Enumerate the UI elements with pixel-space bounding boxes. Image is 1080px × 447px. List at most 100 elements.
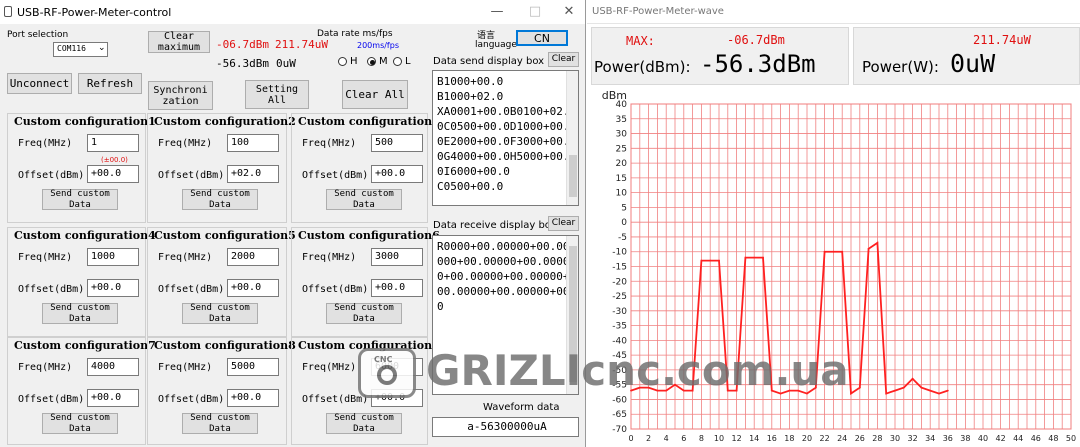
offset-label: Offset(dBm) [158,170,225,181]
freq-input[interactable]: 1000 [87,248,139,266]
receive-scroll-thumb[interactable] [569,246,577,382]
data-rate-label: Data rate ms/fps [317,29,393,39]
refresh-button[interactable]: Refresh [78,73,142,94]
send-custom-data-button[interactable]: Send custom Data [326,303,402,324]
data-point [832,250,835,253]
waveform-label: Waveform data [483,402,560,413]
offset-input[interactable]: +00.0 [227,389,279,407]
data-point [762,256,764,259]
offset-input[interactable]: +00.0 [371,389,423,407]
data-point [744,256,747,259]
config-group-5: Custom configuration5 Freq(MHz) 2000 Offset… [147,227,296,337]
data-point [938,392,940,395]
data-point [718,259,720,262]
data-point [691,389,694,392]
receive-clear-button[interactable]: Clear [548,216,579,231]
config-group-4: Custom configuration4 Freq(MHz) 1000 Offset… [7,227,156,337]
x-tick-label: 6 [681,434,686,443]
data-point [911,377,914,380]
offset-input[interactable]: +00.0 [371,279,423,297]
offset-input[interactable]: +00.0 [87,389,139,407]
clear-all-button[interactable]: Clear All [342,80,408,109]
config-title: Custom configuration1 [14,115,156,128]
offset-input[interactable]: +00.0 [87,279,139,297]
setting-all-button[interactable]: Setting All [245,80,309,109]
config-group-6: Custom configuration6 Freq(MHz) 3000 Offset… [291,227,440,337]
send-scrollbar[interactable] [566,71,578,205]
language-button[interactable]: CN [516,30,568,46]
freq-input[interactable]: 4000 [87,358,139,376]
freq-label: Freq(MHz) [302,252,357,263]
send-custom-data-button[interactable]: Send custom Data [182,303,258,324]
send-custom-data-button[interactable]: Send custom Data [182,189,258,210]
data-point [656,389,659,392]
data-point [709,259,712,262]
maximize-button[interactable]: □ [518,0,552,24]
clear-maximum-button[interactable]: Clear maximum [148,31,210,53]
offset-input[interactable]: +00.0 [371,165,423,183]
power-dbm-label: Power(dBm): [594,58,691,76]
y-tick-label: -50 [612,366,627,376]
data-point [674,383,676,386]
receive-box-label: Data receive display box [433,220,557,231]
freq-input[interactable]: 100 [227,134,279,152]
freq-input[interactable]: 6000 [371,358,423,376]
wave-window: USB-RF-Power-Meter-wave MAX: -06.7dBm Po… [587,0,1080,447]
y-tick-label: 25 [616,144,627,154]
data-point [823,250,826,253]
data-point [894,389,896,392]
config-title: Custom configuration5 [154,229,296,242]
offset-label: Offset(dBm) [158,394,225,405]
freq-input[interactable]: 5000 [227,358,279,376]
send-custom-data-button[interactable]: Send custom Data [182,413,258,434]
send-clear-button[interactable]: Clear [548,52,579,67]
offset-input[interactable]: +00.0 [227,279,279,297]
y-tick-label: -45 [612,351,627,361]
receive-display-box[interactable]: R0000+00.00000+00.00 000+00.00000+00.000… [432,235,579,395]
freq-label: Freq(MHz) [302,138,357,149]
unconnect-button[interactable]: Unconnect [7,73,72,94]
freq-label: Freq(MHz) [158,362,213,373]
freq-input[interactable]: 2000 [227,248,279,266]
freq-label: Freq(MHz) [158,252,213,263]
config-group-1: Custom configuration1 Freq(MHz) 1 (±00.0) Of… [7,113,156,223]
freq-input[interactable]: 500 [371,134,423,152]
offset-label: Offset(dBm) [18,394,85,405]
x-tick-label: 14 [749,434,759,443]
rate-h-radio[interactable] [338,57,347,66]
send-scroll-thumb[interactable] [569,155,577,197]
data-point [779,392,782,395]
data-point [850,392,852,395]
freq-label: Freq(MHz) [302,362,357,373]
offset-input[interactable]: +00.0 [87,165,139,183]
data-point [797,389,800,392]
data-point [946,389,949,392]
port-select[interactable]: COM116 ⌄ [53,42,108,57]
send-custom-data-button[interactable]: Send custom Data [326,189,402,210]
y-tick-label: 10 [616,189,628,199]
minimize-button[interactable]: — [480,0,514,24]
send-custom-data-button[interactable]: Send custom Data [42,303,118,324]
data-point [753,256,756,259]
x-tick-label: 48 [1048,434,1058,443]
synchronization-button[interactable]: Synchroni zation [148,81,213,110]
waveform-value-field[interactable]: a-56300000uA [432,417,579,437]
send-custom-data-button[interactable]: Send custom Data [42,189,118,210]
offset-label: Offset(dBm) [18,170,85,181]
close-button[interactable]: ✕ [552,0,585,24]
y-tick-label: -35 [612,322,627,332]
offset-input[interactable]: +02.0 [227,165,279,183]
receive-scrollbar[interactable] [566,236,578,394]
send-custom-data-button[interactable]: Send custom Data [326,413,402,434]
offset-label: Offset(dBm) [302,284,369,295]
data-point [814,386,817,389]
rate-m-radio[interactable] [367,57,376,66]
max-label: MAX: [626,34,655,48]
data-point [638,386,641,389]
chevron-down-icon: ⌄ [98,43,106,53]
send-custom-data-button[interactable]: Send custom Data [42,413,118,434]
send-display-box[interactable]: B1000+00.0 B1000+02.0 XA0001+00.0B0100+0… [432,70,579,206]
freq-input[interactable]: 3000 [371,248,423,266]
rate-l-radio[interactable] [393,57,402,66]
freq-input[interactable]: 1 [87,134,139,152]
